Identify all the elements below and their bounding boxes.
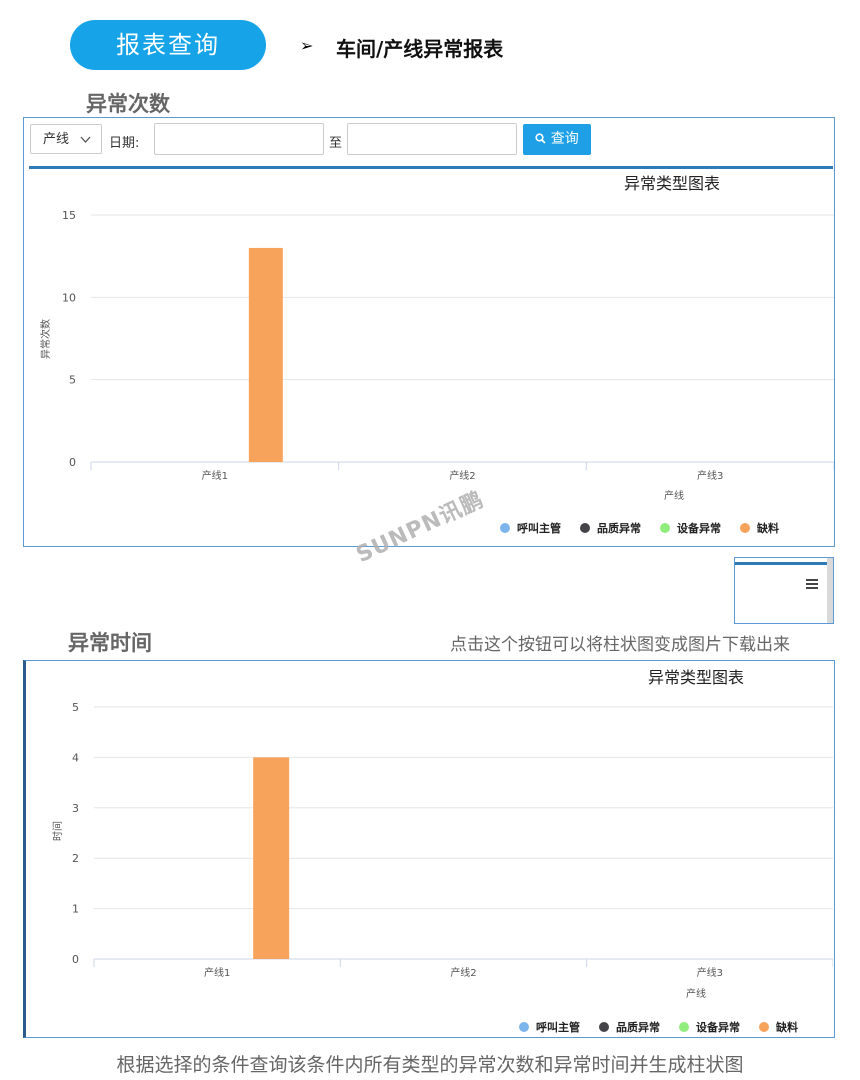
y-tick-label: 0	[69, 456, 76, 469]
y-axis-title: 时间	[51, 821, 64, 841]
search-icon	[535, 131, 550, 147]
hint-text: 点击这个按钮可以将柱状图变成图片下载出来	[450, 635, 790, 655]
y-tick-label: 5	[72, 701, 79, 714]
y-tick-label: 5	[69, 374, 76, 387]
chevron-down-icon	[80, 125, 91, 166]
breadcrumb: 车间/产线异常报表	[336, 37, 504, 61]
legend-item: 品质异常	[616, 1020, 660, 1034]
legend-marker	[660, 523, 670, 533]
legend-marker	[500, 523, 510, 533]
chart-panel-count: 产线 日期: 至 查询 异常类型图表 0 5 10 15 产线1 产线2 产线3 产线 异常次数呼…	[23, 117, 835, 547]
x-tick-label: 产线1	[202, 469, 228, 482]
query-button-label: 查询	[550, 131, 579, 147]
legend-item: 设备异常	[677, 521, 721, 535]
y-axis-title: 异常次数	[39, 319, 52, 359]
y-tick-label: 0	[72, 953, 79, 966]
x-tick-label: 产线2	[450, 966, 476, 979]
legend-item: 缺料	[756, 521, 779, 535]
dropdown-label: 产线	[43, 132, 70, 147]
query-button[interactable]: 查询	[523, 124, 591, 155]
report-query-pill: 报表查询	[70, 20, 266, 70]
y-tick-label: 2	[72, 852, 79, 865]
chart-title: 异常类型图表	[624, 174, 720, 193]
line-dropdown[interactable]: 产线	[30, 124, 102, 154]
legend-item: 呼叫主管	[517, 521, 561, 535]
caption: 根据选择的条件查询该条件内所有类型的异常次数和异常时间并生成柱状图	[116, 1054, 744, 1076]
arrow-icon: ➢	[300, 36, 314, 55]
legend-marker	[599, 1022, 609, 1032]
preview-scrollbar	[827, 558, 833, 623]
y-tick-label: 3	[72, 802, 79, 815]
x-tick-label: 产线1	[204, 966, 230, 979]
date-label: 日期:	[109, 136, 140, 151]
legend-marker	[679, 1022, 689, 1032]
legend-marker	[759, 1022, 769, 1032]
x-axis-title: 产线	[664, 489, 684, 502]
section-title-count: 异常次数	[86, 92, 170, 116]
to-label: 至	[329, 136, 343, 151]
bar-chart-time: 异常类型图表 0 1 2 3 4 5 产线1 产线2 产线3 产线 时间呼叫主管 品质异常 设备异常 缺料	[51, 668, 833, 1034]
filter-bar: 产线 日期: 至 查询	[24, 118, 834, 166]
hamburger-menu-icon[interactable]	[806, 575, 818, 594]
legend-item: 品质异常	[597, 521, 641, 535]
chart-title: 异常类型图表	[648, 668, 744, 687]
legend-marker	[740, 523, 750, 533]
y-tick-label: 4	[72, 751, 79, 764]
section-title-time: 异常时间	[68, 631, 152, 655]
y-tick-label: 15	[62, 209, 76, 222]
y-tick-label: 1	[72, 903, 79, 916]
bar-chart-count: 异常类型图表 0 5 10 15 产线1 产线2 产线3 产线 异常次数呼叫主管 品质异常 设备异常 缺…	[39, 174, 834, 535]
x-axis-title: 产线	[686, 987, 706, 1000]
start-date-input[interactable]	[154, 123, 324, 155]
legend-marker	[519, 1022, 529, 1032]
legend-item: 设备异常	[696, 1020, 740, 1034]
end-date-input[interactable]	[347, 123, 517, 155]
legend-marker	[580, 523, 590, 533]
bar-缺料	[248, 247, 283, 462]
legend-item: 缺料	[775, 1020, 798, 1034]
x-tick-label: 产线2	[449, 469, 475, 482]
export-menu-preview	[734, 557, 834, 624]
x-tick-label: 产线3	[697, 966, 723, 979]
y-tick-label: 10	[62, 291, 76, 304]
chart-panel-time: 异常类型图表 0 1 2 3 4 5 产线1 产线2 产线3 产线 时间呼叫主管 品质异常 设备异常 缺料	[23, 660, 835, 1038]
preview-top-bar	[735, 562, 827, 565]
x-tick-label: 产线3	[697, 469, 723, 482]
bar-缺料	[253, 757, 290, 959]
legend-item: 呼叫主管	[536, 1020, 580, 1034]
